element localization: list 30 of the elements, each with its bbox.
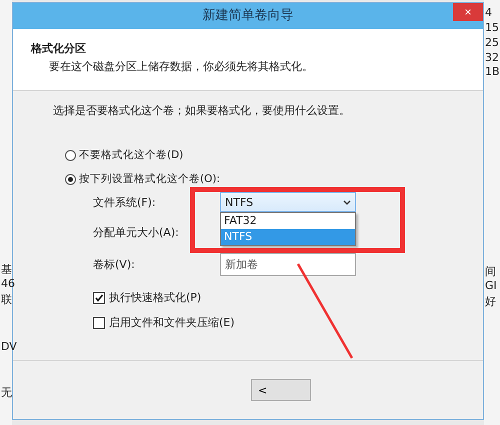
background-text: 好 [485,294,496,309]
background-text: 4 [485,6,492,19]
field-label: 分配单元大小(A): [93,225,179,240]
checkbox-option[interactable]: 启用文件和文件夹压缩(E) [93,315,235,330]
background-text: 间 [485,264,496,279]
background-text: 基 [1,262,12,277]
background-text: 15 [485,21,499,34]
background-text: DV [1,340,17,353]
radio-option[interactable]: 按下列设置格式化这个卷(O): [65,172,220,186]
volume-label-field[interactable]: 新加卷 [220,253,356,276]
checkbox-option[interactable]: 执行快速格式化(P) [93,290,202,305]
radio-option[interactable]: 不要格式化这个卷(D) [65,148,184,162]
dropdown-option[interactable]: FAT32 [221,213,355,229]
background-text: 联 [1,292,12,307]
section-description: 要在这个磁盘分区上储存数据，你必须先将其格式化。 [49,59,313,74]
instruction-text: 选择是否要格式化这个卷；如果要格式化，要使用什么设置。 [53,103,350,118]
background-text: 32 [485,51,499,64]
section-title: 格式化分区 [31,41,86,56]
background-text: 46 [1,277,15,290]
field-label: 卷标(V): [93,257,135,272]
chevron-icon [343,200,351,204]
close-button[interactable]: × [453,3,483,21]
background-text: GI [485,279,497,292]
background-text: 无 [1,385,12,400]
background-text: 25 [485,36,499,49]
window-title: 新建简单卷向导 [202,7,294,25]
file-system-dropdown[interactable]: NTFS [220,192,356,212]
back-button[interactable]: < [251,379,311,401]
field-label: 文件系统(F): [93,194,156,210]
background-text: 1B [485,65,500,78]
